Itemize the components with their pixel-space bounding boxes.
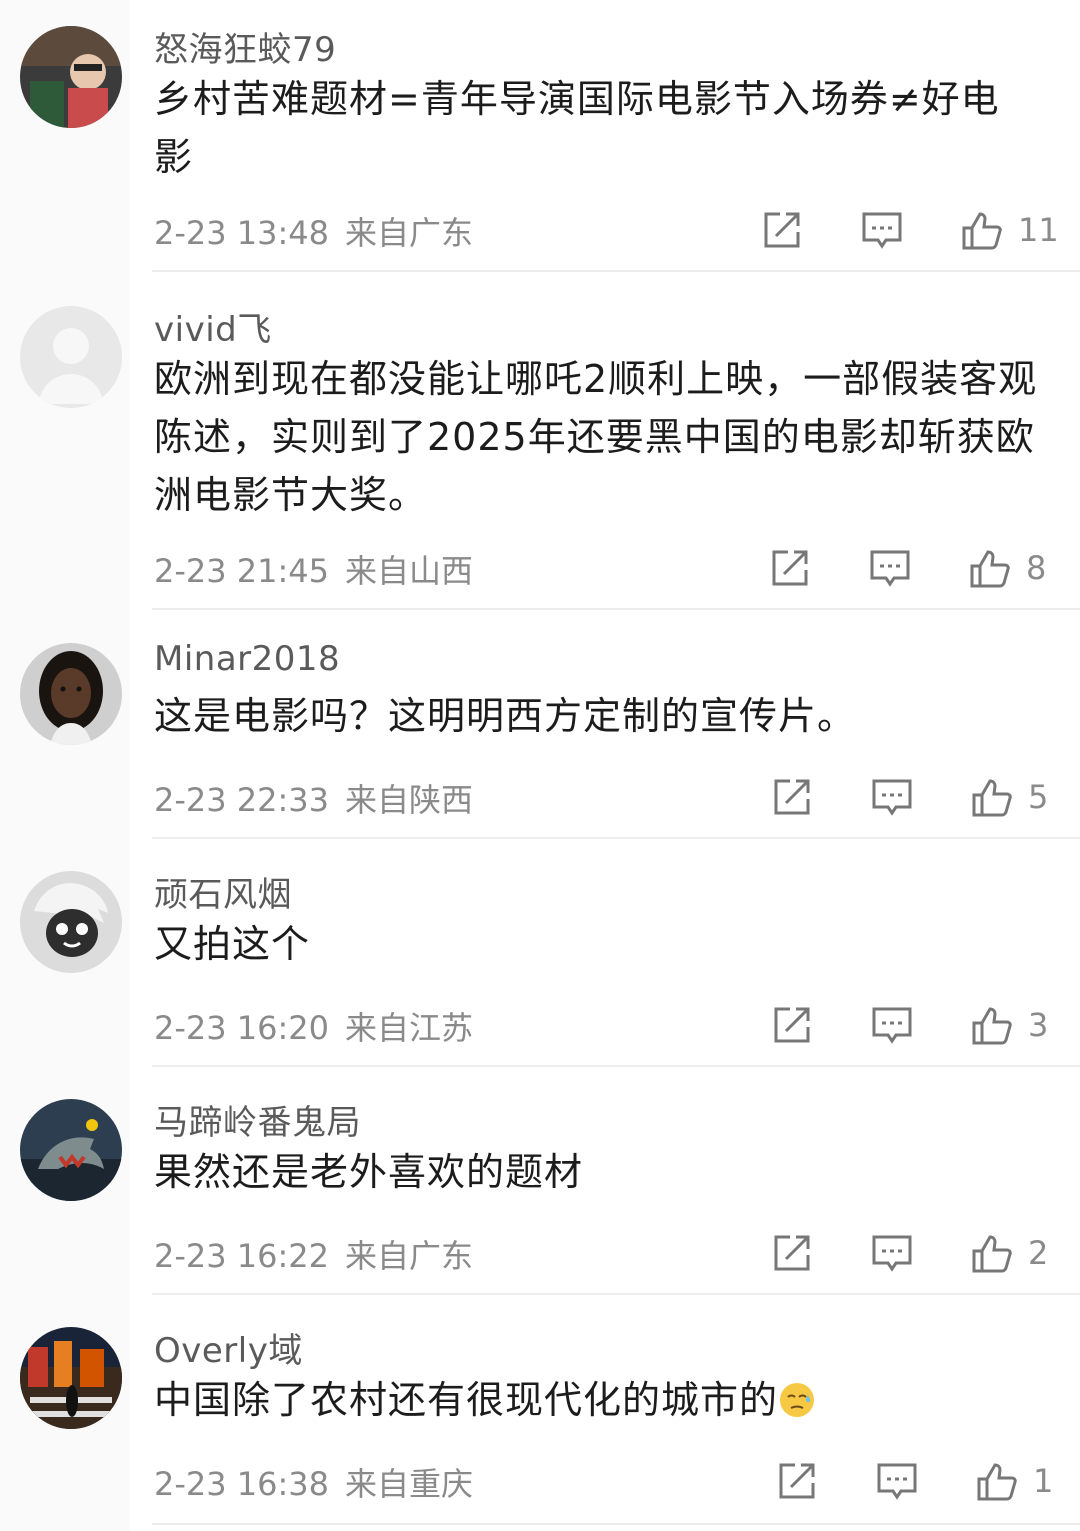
- ip-location: 来自山西: [345, 552, 474, 590]
- avatar[interactable]: [20, 871, 122, 973]
- like-button[interactable]: 5: [970, 775, 1070, 823]
- avatar-default-placeholder: [20, 306, 122, 408]
- username[interactable]: vivid飞: [154, 302, 272, 351]
- share-icon[interactable]: [768, 546, 812, 590]
- thumbs-up-icon: [960, 208, 1004, 252]
- like-count: 1: [1033, 1462, 1054, 1500]
- username[interactable]: 怒海狂蛟79: [154, 22, 336, 71]
- share-icon[interactable]: [770, 1231, 814, 1275]
- comment-text: 果然还是老外喜欢的题材: [154, 1150, 584, 1194]
- like-button[interactable]: 1: [975, 1459, 1075, 1507]
- comment-text: 又拍这个: [154, 922, 311, 966]
- thumbs-up-icon: [970, 1003, 1014, 1047]
- reply-icon[interactable]: [860, 208, 904, 252]
- reply-icon[interactable]: [870, 775, 914, 819]
- reply-icon[interactable]: [870, 1003, 914, 1047]
- thumbs-up-icon: [970, 775, 1014, 819]
- share-icon[interactable]: [760, 208, 804, 252]
- action-bar: 3: [770, 1003, 1070, 1051]
- divider: [152, 1065, 1080, 1067]
- avatar-cartoon-character: [20, 871, 122, 973]
- like-button[interactable]: 8: [968, 546, 1068, 594]
- avatar-photo-girl: [20, 643, 122, 745]
- avatar-city-street: [20, 1327, 122, 1429]
- reply-icon[interactable]: [870, 1231, 914, 1275]
- share-icon[interactable]: [770, 775, 814, 819]
- comment-text-body: 中国除了农村还有很现代化的城市的: [154, 1378, 779, 1422]
- comment-item: vivid飞 欧洲到现在都没能让哪吒2顺利上映，一部假装客观陈述，实则到了202…: [0, 280, 1080, 610]
- timestamp: 2-23 21:45: [154, 552, 330, 590]
- timestamp: 2-23 16:38: [154, 1465, 330, 1503]
- reply-icon[interactable]: [875, 1459, 919, 1503]
- avatar[interactable]: [20, 643, 122, 745]
- like-count: 2: [1028, 1234, 1049, 1272]
- comment-text: 乡村苦难题材=青年导演国际电影节入场券≠好电影: [154, 77, 1000, 179]
- avatar[interactable]: [20, 26, 122, 128]
- avatar[interactable]: [20, 1327, 122, 1429]
- like-button[interactable]: 3: [970, 1003, 1070, 1051]
- like-count: 3: [1028, 1006, 1049, 1044]
- action-bar: 1: [775, 1459, 1075, 1507]
- thumbs-up-icon: [970, 1231, 1014, 1275]
- divider: [152, 608, 1080, 610]
- username[interactable]: 顽石风烟: [154, 867, 292, 916]
- comment-meta: 2-23 16:20 来自江苏: [154, 1003, 473, 1049]
- avatar-photo-child: [20, 26, 122, 128]
- comment-meta: 2-23 22:33 来自陕西: [154, 775, 473, 821]
- sweat-emoji: [780, 1383, 815, 1417]
- like-count: 8: [1026, 549, 1047, 587]
- username[interactable]: 马蹄岭番鬼局: [154, 1095, 361, 1144]
- username[interactable]: Minar2018: [154, 639, 340, 679]
- like-button[interactable]: 2: [970, 1231, 1070, 1279]
- like-count: 5: [1028, 778, 1049, 816]
- action-bar: 2: [770, 1231, 1070, 1279]
- comment-meta: 2-23 16:22 来自广东: [154, 1231, 473, 1277]
- ip-location: 来自陕西: [345, 781, 474, 819]
- timestamp: 2-23 13:48: [154, 214, 330, 252]
- like-count: 11: [1018, 211, 1059, 249]
- comment-text: 中国除了农村还有很现代化的城市的: [154, 1371, 1054, 1429]
- reply-icon[interactable]: [868, 546, 912, 590]
- action-bar: 8: [768, 546, 1068, 594]
- ip-location: 来自江苏: [345, 1009, 474, 1047]
- share-icon[interactable]: [775, 1459, 819, 1503]
- action-bar: 11: [760, 208, 1060, 256]
- divider: [152, 1523, 1080, 1525]
- username[interactable]: Overly域: [154, 1323, 303, 1372]
- comment-meta: 2-23 16:38 来自重庆: [154, 1459, 473, 1505]
- timestamp: 2-23 22:33: [154, 781, 330, 819]
- comment-text: 这是电影吗？这明明西方定制的宣传片。: [154, 694, 857, 738]
- comment-item: 顽石风烟 又拍这个 2-23 16:20 来自江苏 3: [0, 845, 1080, 1067]
- comment-meta: 2-23 13:48 来自广东: [154, 208, 473, 254]
- thumbs-up-icon: [968, 546, 1012, 590]
- avatar[interactable]: [20, 1099, 122, 1201]
- comment-item: Minar2018 这是电影吗？这明明西方定制的宣传片。 2-23 22:33 来…: [0, 617, 1080, 839]
- thumbs-up-icon: [975, 1459, 1019, 1503]
- divider: [152, 270, 1080, 272]
- avatar-shark-illustration: [20, 1099, 122, 1201]
- ip-location: 来自广东: [345, 214, 474, 252]
- action-bar: 5: [770, 775, 1070, 823]
- comment-item: 马蹄岭番鬼局 果然还是老外喜欢的题材 2-23 16:22 来自广东 2: [0, 1073, 1080, 1295]
- comment-item: Overly域 中国除了农村还有很现代化的城市的 2-23 16:38 来自重庆 …: [0, 1301, 1080, 1531]
- divider: [152, 1293, 1080, 1295]
- comment-item: 怒海狂蛟79 乡村苦难题材=青年导演国际电影节入场券≠好电影 2-23 13:4…: [0, 0, 1080, 272]
- share-icon[interactable]: [770, 1003, 814, 1047]
- avatar[interactable]: [20, 306, 122, 408]
- ip-location: 来自重庆: [345, 1465, 474, 1503]
- comment-text: 欧洲到现在都没能让哪吒2顺利上映，一部假装客观陈述，实则到了2025年还要黑中国…: [154, 357, 1038, 517]
- timestamp: 2-23 16:20: [154, 1009, 330, 1047]
- like-button[interactable]: 11: [960, 208, 1060, 256]
- ip-location: 来自广东: [345, 1237, 474, 1275]
- timestamp: 2-23 16:22: [154, 1237, 330, 1275]
- comment-meta: 2-23 21:45 来自山西: [154, 546, 473, 592]
- divider: [152, 837, 1080, 839]
